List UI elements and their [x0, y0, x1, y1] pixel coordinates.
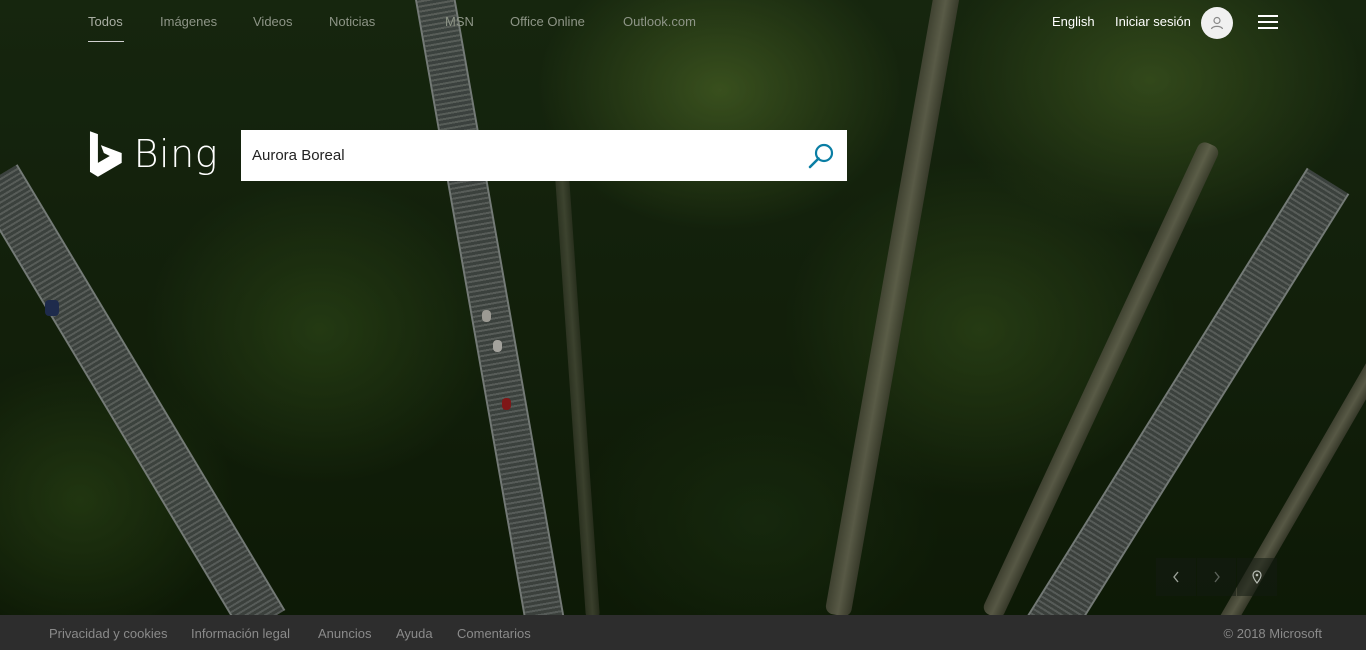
copyright: © 2018 Microsoft	[1223, 626, 1322, 641]
nav-outlook[interactable]: Outlook.com	[623, 14, 696, 29]
previous-image-button[interactable]	[1156, 558, 1196, 596]
bing-logo-icon	[89, 131, 122, 177]
location-pin-icon	[1252, 570, 1262, 584]
image-controls	[1156, 558, 1278, 596]
avatar[interactable]	[1201, 7, 1233, 39]
background-image	[0, 0, 1366, 615]
bing-logo-text: Bing	[133, 132, 218, 176]
search-input[interactable]	[252, 130, 792, 181]
footer-link-feedback[interactable]: Comentarios	[457, 626, 531, 641]
footer: Privacidad y cookies Información legal A…	[0, 615, 1366, 650]
footer-link-legal[interactable]: Información legal	[191, 626, 290, 641]
footer-link-privacy[interactable]: Privacidad y cookies	[49, 626, 168, 641]
chevron-right-icon	[1213, 571, 1220, 583]
menu-icon-bar	[1258, 27, 1278, 29]
image-location-button[interactable]	[1237, 558, 1278, 596]
search-button[interactable]	[805, 140, 837, 172]
language-link[interactable]: English	[1052, 14, 1095, 29]
footer-link-ads[interactable]: Anuncios	[318, 626, 371, 641]
search-box	[241, 130, 847, 181]
bing-logo[interactable]: Bing	[88, 128, 218, 180]
nav-videos[interactable]: Videos	[253, 14, 293, 29]
footer-link-help[interactable]: Ayuda	[396, 626, 433, 641]
menu-icon-bar	[1258, 21, 1278, 23]
chevron-left-icon	[1172, 571, 1179, 583]
search-icon	[808, 143, 834, 169]
nav-todos[interactable]: Todos	[88, 14, 123, 29]
nav-noticias[interactable]: Noticias	[329, 14, 375, 29]
user-icon	[1210, 16, 1224, 30]
nav-office-online[interactable]: Office Online	[510, 14, 585, 29]
next-image-button[interactable]	[1196, 558, 1237, 596]
menu-button[interactable]	[1258, 14, 1278, 30]
nav-msn[interactable]: MSN	[445, 14, 474, 29]
active-tab-underline	[88, 41, 124, 42]
nav-imagenes[interactable]: Imágenes	[160, 14, 217, 29]
top-navigation: Todos Imágenes Videos Noticias MSN Offic…	[0, 0, 1366, 45]
menu-icon	[1258, 15, 1278, 17]
signin-link[interactable]: Iniciar sesión	[1115, 14, 1191, 29]
